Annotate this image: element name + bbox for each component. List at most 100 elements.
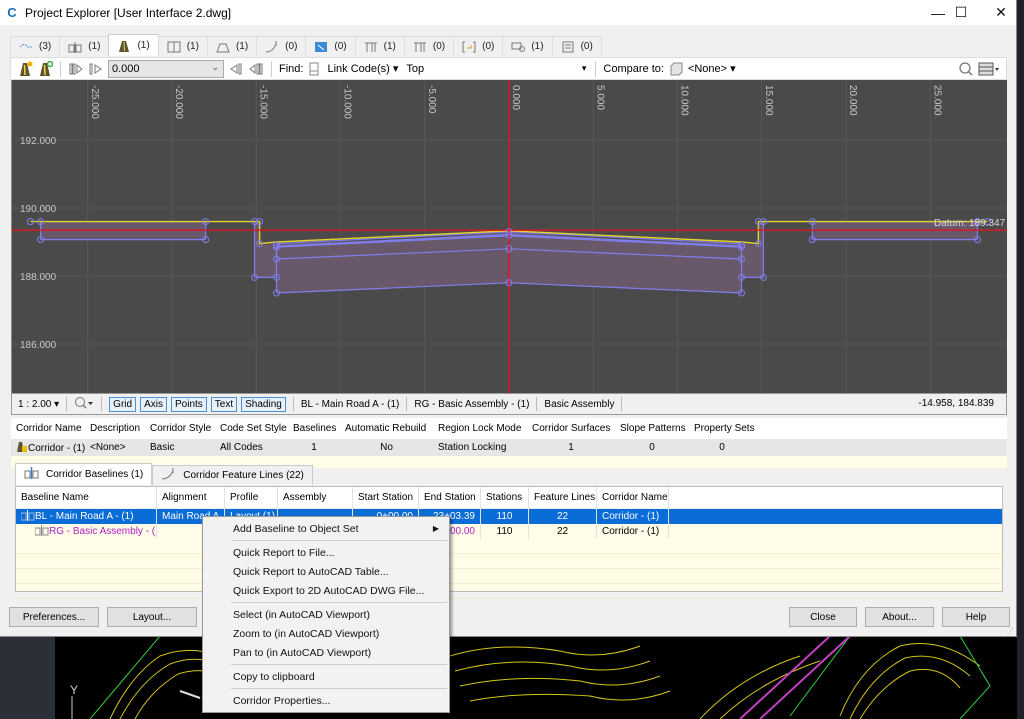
toggle-axis[interactable]: Axis [140, 396, 167, 412]
section-viewer[interactable]: -25.000 -20.000 -15.000 -10.000 -5.000 0.000 5… [11, 80, 1007, 393]
column-header[interactable]: Description [85, 423, 145, 434]
status-baseline: BL - Main Road A - (1) [300, 398, 400, 410]
toggle-shading[interactable]: Shading [241, 396, 286, 412]
corridor-table-body: Corridor - (1) <None> Basic All Codes 1 No Sta… [11, 439, 1007, 456]
scale-dropdown[interactable]: 1 : 2.00 ▾ [18, 399, 59, 410]
sample-line-icon [167, 41, 181, 53]
first-station-icon[interactable] [68, 61, 84, 77]
toggle-grid[interactable]: Grid [109, 396, 137, 412]
compare-dropdown[interactable]: <None> ▾ [688, 62, 736, 75]
zoom-tool-icon[interactable] [74, 396, 94, 413]
column-header[interactable]: Corridor Name [11, 423, 85, 434]
submenu-arrow-icon: ▶ [432, 524, 439, 533]
tab-data-shortcut[interactable]: (0) [551, 36, 602, 56]
tab-pressure-network[interactable]: (0) [403, 36, 455, 56]
column-header[interactable]: End Station [419, 487, 481, 508]
column-header[interactable]: Code Set Style [215, 423, 288, 434]
tab-parcel[interactable]: (0) [305, 36, 356, 56]
x-tick-label: -25.000 [89, 85, 100, 119]
column-header[interactable]: Start Station [353, 487, 419, 508]
menu-item-add-baseline-to-object-set[interactable]: Add Baseline to Object Set ▶ [203, 519, 449, 538]
close-button[interactable]: Close [789, 607, 857, 627]
chevron-down-icon: ⌄ [211, 61, 219, 72]
tab-point-group[interactable]: (1) [502, 36, 553, 56]
toggle-text[interactable]: Text [210, 396, 238, 412]
help-button[interactable]: Help [942, 607, 1010, 627]
previous-station-icon[interactable] [88, 61, 104, 77]
menu-item-select-in-autocad-viewport[interactable]: Select (in AutoCAD Viewport) [203, 605, 449, 624]
column-header[interactable]: Baselines [288, 423, 340, 434]
zoom-search-icon[interactable] [958, 61, 974, 77]
toggle-points[interactable]: Points [170, 396, 207, 412]
menu-item-quick-report-to-file[interactable]: Quick Report to File... [203, 543, 449, 562]
column-header[interactable]: Corridor Style [145, 423, 215, 434]
station-value: 0.000 [112, 62, 140, 75]
menu-item-copy-to-clipboard[interactable]: Copy to clipboard [203, 667, 449, 686]
table-cell: 22 [529, 509, 597, 524]
menu-item-label: Quick Report to File... [233, 546, 335, 559]
resize-grip-icon[interactable]: ⋰ [1007, 627, 1014, 635]
table-cell: Corridor - (1) [597, 509, 669, 524]
table-row[interactable]: Corridor - (1) <None> Basic All Codes 1 No Sta… [11, 439, 1007, 456]
column-header[interactable]: Property Sets [689, 423, 755, 434]
table-cell: BL - Main Road A - (1) [16, 509, 157, 524]
column-header[interactable]: Region Lock Mode [433, 423, 527, 434]
rebuild-corridor-icon[interactable] [37, 60, 54, 77]
menu-item-zoom-to-in-autocad-viewport[interactable]: Zoom to (in AutoCAD Viewport) [203, 624, 449, 643]
x-tick-label: -20.000 [173, 85, 184, 119]
tab-assembly[interactable]: (1) [59, 36, 110, 56]
tab-corridor[interactable]: (1) [108, 34, 159, 56]
tab-label: Corridor Feature Lines (22) [183, 470, 304, 481]
region-icon [21, 524, 49, 539]
column-header[interactable]: Alignment [157, 487, 225, 508]
column-header[interactable]: Baseline Name [16, 487, 157, 508]
close-window-button[interactable]: ✕ [978, 0, 1024, 25]
x-tick-label: 25.000 [931, 85, 942, 116]
next-station-icon[interactable] [228, 61, 244, 77]
status-region: RG - Basic Assembly - (1) [414, 398, 530, 410]
layout-button[interactable]: Layout... [107, 607, 197, 627]
menu-item-label: Zoom to (in AutoCAD Viewport) [233, 627, 380, 640]
last-station-icon[interactable] [248, 61, 264, 77]
column-header[interactable]: Automatic Rebuild [340, 423, 433, 434]
region-row[interactable]: RG - Basic Assembly - (1) 0+00.00 110 22 Cor… [16, 524, 1002, 539]
about-button[interactable]: About... [865, 607, 934, 627]
table-cell: No [380, 442, 393, 453]
column-header[interactable]: Stations [481, 487, 529, 508]
tab-count: (1) [137, 40, 150, 51]
column-header[interactable]: Profile [225, 487, 278, 508]
tab-corridor-baselines[interactable]: Corridor Baselines (1) [15, 463, 153, 485]
tab-view-frame[interactable]: (0) [453, 36, 504, 56]
title-bar[interactable]: C Project Explorer [User Interface 2.dwg… [0, 0, 1016, 25]
tab-corridor-feature-lines[interactable]: Corridor Feature Lines (22) [152, 465, 313, 485]
autocad-viewport[interactable]: Y [0, 636, 1024, 719]
table-cell: 0 [719, 442, 725, 453]
find-type-dropdown[interactable]: Link Code(s) ▾ [327, 62, 398, 75]
menu-item-quick-report-to-autocad-table[interactable]: Quick Report to AutoCAD Table... [203, 562, 449, 581]
station-combo[interactable]: 0.000 ⌄ [108, 59, 224, 78]
baseline-row[interactable]: BL - Main Road A - (1)Main Road ALayout … [16, 509, 1002, 524]
tab-feature-line[interactable]: (0) [256, 36, 307, 56]
tab-sample-line[interactable]: (1) [157, 36, 208, 56]
menu-separator [231, 602, 447, 603]
add-corridor-icon[interactable] [17, 61, 33, 77]
cell-text: RG - Basic Assembly - (1) [49, 526, 157, 537]
preferences-button[interactable]: Preferences... [9, 607, 99, 627]
menu-item-quick-export-to-2d-autocad-dwg-file[interactable]: Quick Export to 2D AutoCAD DWG File... [203, 581, 449, 600]
menu-item-corridor-properties[interactable]: Corridor Properties... [203, 691, 449, 710]
tab-pipe-network[interactable]: (1) [354, 36, 405, 56]
tab-alignment[interactable]: (3) [10, 36, 61, 56]
civil3d-app-icon: C [7, 4, 17, 20]
tab-surface[interactable]: (1) [206, 36, 258, 56]
menu-item-pan-to-in-autocad-viewport[interactable]: Pan to (in AutoCAD Viewport) [203, 643, 449, 662]
tab-count: (0) [334, 41, 347, 52]
y-tick-label: 186.000 [20, 340, 57, 351]
column-header[interactable]: Feature Lines [529, 487, 597, 508]
section-canvas[interactable]: -25.000 -20.000 -15.000 -10.000 -5.000 0.000 5… [12, 80, 1007, 393]
column-header[interactable]: Assembly [278, 487, 353, 508]
column-header[interactable]: Slope Patterns [615, 423, 689, 434]
column-header[interactable]: Corridor Surfaces [527, 423, 615, 434]
view-options-icon[interactable] [978, 61, 1000, 77]
find-value-combo[interactable]: Top ▾ [402, 60, 588, 78]
column-header[interactable]: Corridor Name [597, 487, 669, 508]
